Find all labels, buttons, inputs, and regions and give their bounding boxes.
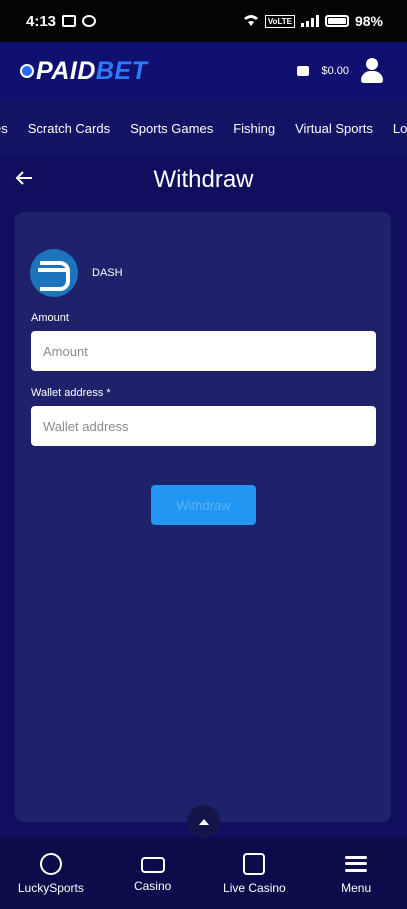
coin-name: DASH [92,267,123,279]
paidbet-logo[interactable]: PAID BET [20,57,147,86]
user-account-icon[interactable] [361,58,383,84]
nfc-icon [62,15,77,27]
withdraw-button[interactable]: Withdraw [151,485,256,525]
signal-icon [300,15,319,27]
menu-icon [345,853,368,875]
wallet-icon[interactable] [297,66,310,76]
balance-amount[interactable]: $0.00 [321,65,349,77]
amount-label: Amount [31,312,69,324]
bottom-nav-label: Casino [133,879,172,893]
wallet-address-label: Wallet address * [31,387,111,399]
slot-machine-icon [140,857,165,873]
wifi-icon [243,13,259,29]
bottom-nav-label: LuckySports [17,880,84,895]
category-nav: es Scratch Cards Sports Games Fishing Vi… [0,100,407,156]
nav-item-partial[interactable]: es [0,121,8,136]
bottom-nav-label: Menu [341,880,372,895]
amount-input[interactable] [31,331,376,371]
page-title: Withdraw [153,166,254,193]
bottom-nav: LuckySports Casino Live Casino Menu [0,838,407,909]
status-bar: 4:13 VoLTE 98% [0,0,407,42]
dash-coin-icon [30,249,78,297]
nav-item-virtual-sports[interactable]: Virtual Sports [295,121,373,136]
battery-percent: 98% [354,13,383,29]
bottom-nav-luckysports[interactable]: LuckySports [1,852,101,895]
scroll-to-top-button[interactable] [187,805,220,838]
nav-item-fishing[interactable]: Fishing [233,121,275,136]
alarm-icon [82,15,97,27]
bottom-nav-menu[interactable]: Menu [306,853,406,895]
live-casino-icon [243,852,266,875]
nav-item-lotto[interactable]: Lotto [393,121,407,136]
bottom-nav-label: Live Casino [223,880,286,895]
logo-text-bet: BET [95,56,148,85]
wallet-address-input[interactable] [31,406,376,446]
bottom-nav-casino[interactable]: Casino [103,854,203,893]
withdraw-card: DASH Amount Wallet address * Withdraw [15,212,391,822]
bottom-nav-live-casino[interactable]: Live Casino [204,852,304,895]
nav-item-scratch-cards[interactable]: Scratch Cards [28,121,110,136]
battery-icon [324,15,349,27]
logo-ball-icon [20,64,34,78]
back-arrow-icon[interactable] [14,168,34,188]
status-time: 4:13 [26,12,57,30]
selected-coin: DASH [30,249,123,297]
page-title-row: Withdraw [0,156,407,204]
nav-item-sports-games[interactable]: Sports Games [130,121,213,136]
app-header: PAID BET $0.00 [0,42,407,100]
stopwatch-icon [39,852,62,875]
logo-text-paid: PAID [36,56,96,85]
volte-badge: VoLTE [264,14,295,28]
chevron-up-icon [198,818,209,825]
